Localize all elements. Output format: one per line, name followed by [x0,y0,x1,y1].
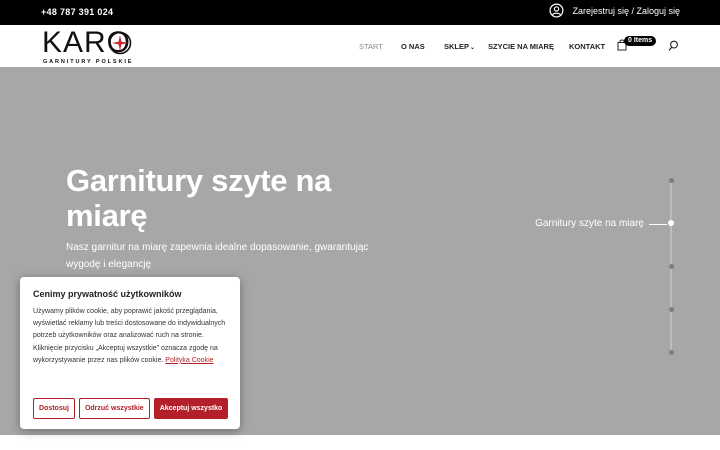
slider-dot[interactable] [669,307,674,312]
cookie-body: Używamy plików cookie, aby poprawić jako… [33,306,233,367]
site-header: KARO GARNITURY POLSKIE START O NAS SKLEP… [0,25,720,67]
below-hero-area [0,435,720,450]
slider-dot[interactable] [669,264,674,269]
slider-dot-active[interactable] [668,220,674,226]
cart-count-badge[interactable]: 0 Items [624,36,657,46]
nav-item-kontakt[interactable]: KONTAKT [569,42,605,51]
customize-button[interactable]: Dostosuj [33,398,75,419]
logo-subtitle: GARNITURY POLSKIE [43,59,134,65]
user-circle-icon[interactable] [549,3,564,18]
slider-dot[interactable] [669,178,674,183]
slider-dot[interactable] [669,350,674,355]
hero-title: Garnitury szyte na miarę [66,163,332,233]
logo-compass-icon [108,31,132,55]
cookie-body-text: Używamy plików cookie, aby poprawić jako… [33,308,226,364]
phone-number[interactable]: +48 787 391 024 [41,7,113,17]
hero-text: Nasz garnitur na miarę zapewnia idealne … [66,242,369,270]
search-icon[interactable] [668,40,679,52]
cookie-consent-dialog: Cenimy prywatność użytkowników Używamy p… [20,277,240,429]
accept-all-button[interactable]: Akceptuj wszystko [153,398,229,419]
register-login-link[interactable]: Zarejestruj się / Zaloguj się [572,6,680,16]
logo[interactable]: KARO GARNITURY POLSKIE [42,28,134,66]
cookie-buttons: Dostosuj Odrzuć wszystkie Akceptuj wszys… [33,398,229,419]
reject-all-button[interactable]: Odrzuć wszystkie [78,398,150,419]
top-bar: +48 787 391 024 Zarejestruj się / Zalogu… [0,0,720,25]
cookie-title: Cenimy prywatność użytkowników [33,289,182,299]
cookie-policy-link[interactable]: Polityka Cookie [165,357,213,364]
slide-label-line [649,224,667,225]
nav-item-o-nas[interactable]: O NAS [401,42,425,51]
nav-item-start[interactable]: START [359,42,383,51]
nav-item-szycie[interactable]: SZYCIE NA MIARĘ [488,42,554,51]
nav-item-sklep[interactable]: SKLEP⌄ [444,42,475,51]
slide-label[interactable]: Garnitury szyte na miarę [535,218,644,229]
nav-item-sklep-label: SKLEP [444,42,470,51]
account-area: Zarejestruj się / Zaloguj się [549,3,680,18]
chevron-down-icon: ⌄ [470,45,476,51]
